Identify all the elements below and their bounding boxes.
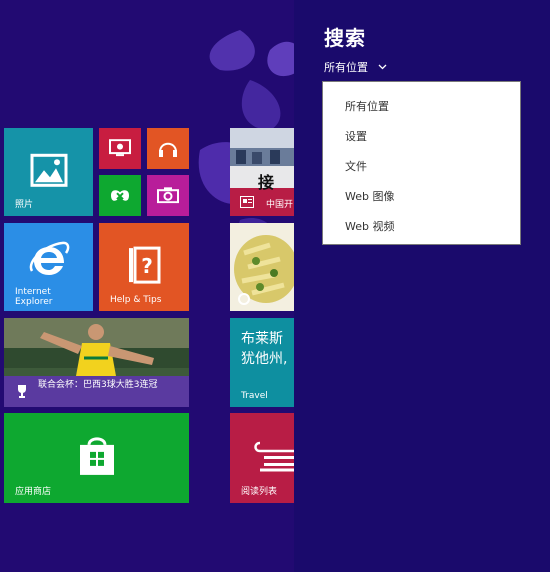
svg-text:?: ? [141, 254, 153, 278]
search-title: 搜索 [324, 26, 366, 50]
tile-help-tips[interactable]: ? Help & Tips [99, 223, 189, 311]
tile-store[interactable]: 应用商店 [4, 413, 189, 503]
tile-photos-label: 照片 [15, 200, 34, 210]
help-book-icon: ? [129, 246, 161, 284]
tile-sports[interactable]: 联合会杯：巴西3球大胜3连冠 [4, 318, 189, 407]
video-icon [109, 138, 131, 156]
tile-internet-explorer[interactable]: Internet Explorer [4, 223, 93, 311]
tile-video[interactable] [99, 128, 141, 169]
scope-option-everywhere[interactable]: 所有位置 [345, 98, 389, 114]
tile-help-label: Help & Tips [110, 295, 162, 305]
reading-list-icon [254, 441, 294, 472]
tile-music[interactable] [147, 128, 189, 169]
tile-photos[interactable]: 照片 [4, 128, 93, 216]
scope-option-web-images[interactable]: Web 图像 [345, 188, 394, 204]
tile-store-label: 应用商店 [15, 487, 52, 497]
scope-option-web-videos[interactable]: Web 视频 [345, 218, 394, 234]
search-charm-panel: 搜索 所有位置 所有位置 设置 文件 Web 图像 Web 视频 [294, 0, 550, 572]
tile-travel[interactable]: 布莱斯 犹他州, Travel [230, 318, 294, 407]
tile-food[interactable] [230, 223, 294, 311]
travel-line2: 犹他州, [241, 351, 288, 367]
sports-caption-bar: 联合会杯：巴西3球大胜3连冠 [4, 376, 189, 407]
news-banner-text: 接 [258, 173, 275, 192]
travel-line1: 布莱斯 [241, 331, 283, 347]
photos-icon [30, 153, 67, 187]
headphones-icon [159, 142, 177, 157]
tile-travel-label: Travel [241, 391, 268, 401]
sports-caption: 联合会杯：巴西3球大胜3连冠 [38, 380, 158, 390]
scope-option-files[interactable]: 文件 [345, 158, 367, 174]
scope-option-settings[interactable]: 设置 [345, 128, 367, 144]
search-scope-dropdown: 所有位置 设置 文件 Web 图像 Web 视频 [322, 81, 521, 245]
tile-games[interactable] [99, 175, 141, 216]
news-icon [240, 196, 254, 208]
trophy-icon [18, 385, 26, 398]
search-scope-value: 所有位置 [324, 61, 368, 74]
tile-reading-list[interactable]: 阅读列表 [230, 413, 294, 503]
tile-ie-label-line2: Explorer [15, 297, 53, 307]
news-caption: 中国开 [266, 200, 294, 210]
store-bag-icon [79, 437, 114, 475]
camera-icon [157, 186, 179, 203]
internet-explorer-icon [29, 241, 69, 275]
tile-camera[interactable] [147, 175, 189, 216]
xbox-icon [111, 189, 129, 201]
tile-reading-label: 阅读列表 [241, 487, 278, 497]
start-screen: 照片 Internet Explorer ? Help & Tips 联合会杯：… [0, 0, 294, 572]
chevron-down-icon [378, 64, 387, 70]
search-scope-selector[interactable]: 所有位置 [324, 59, 387, 75]
tile-ie-label: Internet Explorer [15, 287, 52, 307]
food-photo [230, 223, 294, 311]
tile-ie-label-line1: Internet [15, 287, 51, 297]
tile-news[interactable]: 接 中国开 [230, 128, 294, 216]
